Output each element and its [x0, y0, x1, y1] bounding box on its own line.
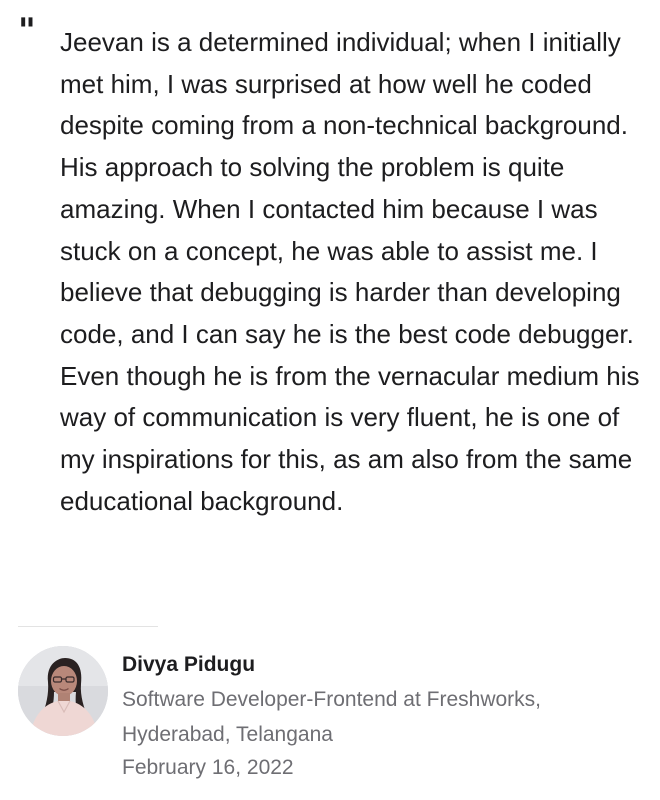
avatar-photo-icon: [18, 646, 108, 736]
testimonial-card: " Jeevan is a determined individual; whe…: [0, 0, 660, 800]
author-name: Divya Pidugu: [122, 653, 256, 676]
testimonial-quote: Jeevan is a determined individual; when …: [60, 27, 640, 516]
author-role: Software Developer-Frontend at Freshwork…: [122, 688, 542, 746]
quote-icon: ": [18, 11, 36, 51]
testimonial-date: February 16, 2022: [122, 756, 294, 779]
divider: [18, 626, 158, 627]
author-avatar: [18, 646, 108, 736]
